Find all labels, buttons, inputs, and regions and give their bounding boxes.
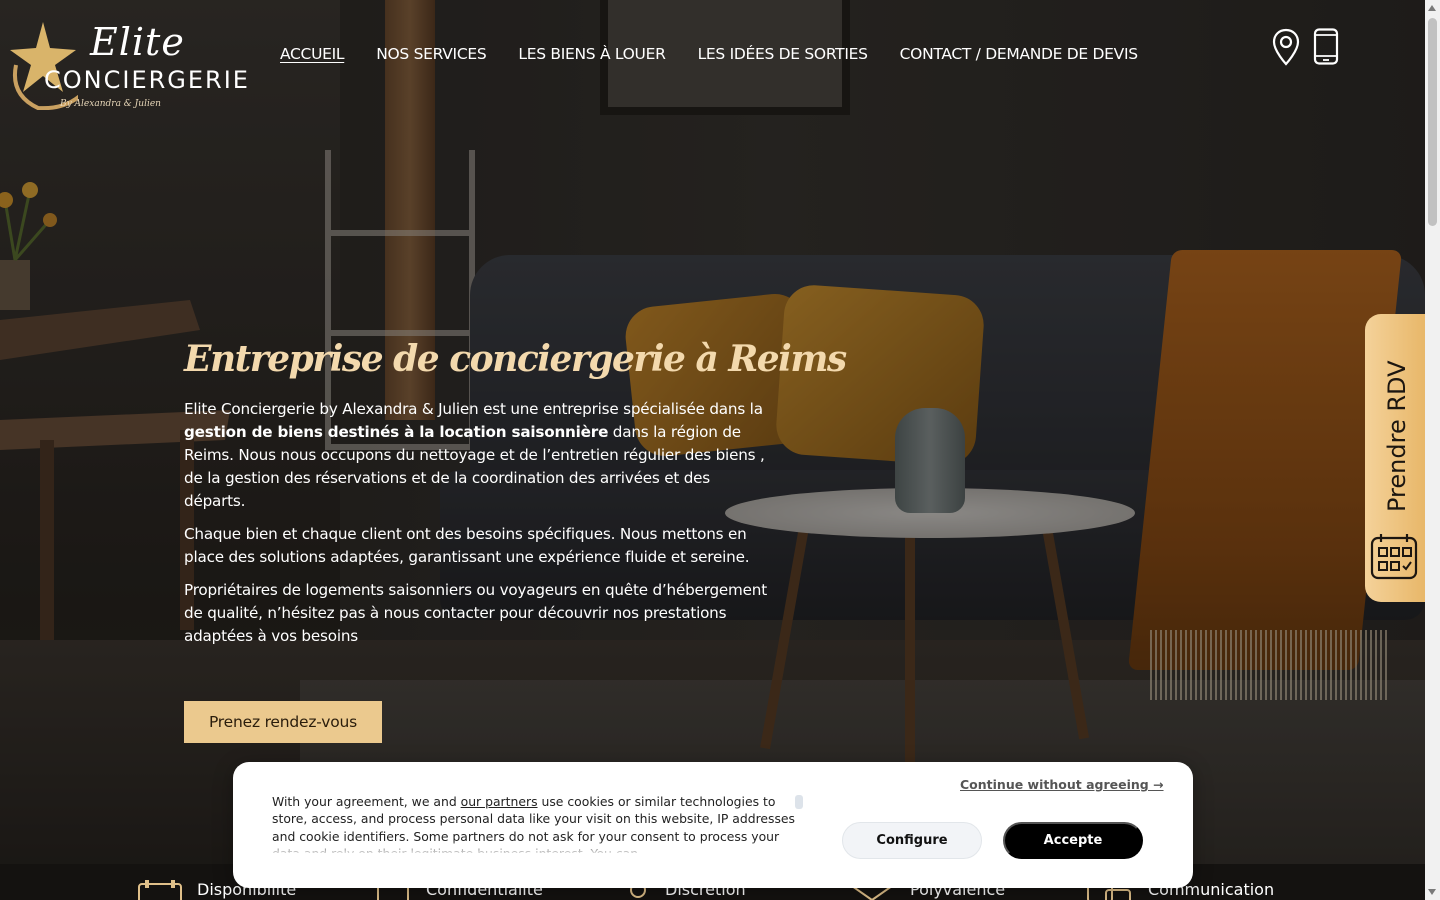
hero-paragraph-2: Chaque bien et chaque client ont des bes…: [184, 525, 750, 566]
star-logo-icon: [10, 22, 78, 110]
calendar-icon: [138, 880, 182, 900]
appointment-button[interactable]: Prenez rendez-vous: [184, 701, 382, 743]
scrollbar-thumb[interactable]: [1428, 18, 1437, 226]
cookie-text-scrollbar[interactable]: [795, 795, 803, 809]
continue-without-agreeing-link[interactable]: Continue without agreeing →: [960, 777, 1164, 792]
scroll-down-arrow-icon[interactable]: [1428, 889, 1436, 895]
mobile-phone-icon[interactable]: [1313, 28, 1339, 66]
book-appointment-label: Prendre RDV: [1383, 360, 1411, 513]
configure-button[interactable]: Configure: [842, 822, 982, 859]
main-nav: ACCUEIL NOS SERVICES LES BIENS À LOUER L…: [280, 45, 1138, 63]
logo-name: Elite: [90, 20, 185, 64]
nav-item-sorties[interactable]: LES IDÉES DE SORTIES: [698, 45, 868, 63]
nav-item-biens[interactable]: LES BIENS À LOUER: [518, 45, 665, 63]
nav-item-services[interactable]: NOS SERVICES: [376, 45, 486, 63]
location-pin-icon[interactable]: [1272, 28, 1300, 66]
hero-content: Entreprise de conciergerie à Reims Elite…: [184, 338, 847, 658]
logo-subtitle: CONCIERGERIE: [44, 66, 250, 94]
partners-link[interactable]: our partners: [461, 794, 538, 809]
nav-item-contact[interactable]: CONTACT / DEMANDE DE DEVIS: [900, 45, 1138, 63]
scroll-up-arrow-icon[interactable]: [1428, 5, 1436, 11]
calendar-icon: [1370, 534, 1418, 580]
nav-item-accueil[interactable]: ACCUEIL: [280, 45, 345, 63]
page-scrollbar[interactable]: [1425, 0, 1440, 900]
hero-paragraph-1: Elite Conciergerie by Alexandra & Julien…: [184, 400, 765, 510]
hero-paragraph-3: Propriétaires de logements saisonniers o…: [184, 581, 767, 645]
book-appointment-tab[interactable]: Prendre RDV: [1365, 314, 1425, 602]
cookie-banner: With your agreement, we and our partners…: [233, 762, 1193, 888]
page-title: Entreprise de conciergerie à Reims: [184, 338, 847, 380]
logo-by: By Alexandra & Julien: [60, 99, 161, 109]
site-logo[interactable]: Elite CONCIERGERIE By Alexandra & Julien: [8, 20, 248, 115]
accept-button[interactable]: Accepte: [1003, 822, 1143, 859]
